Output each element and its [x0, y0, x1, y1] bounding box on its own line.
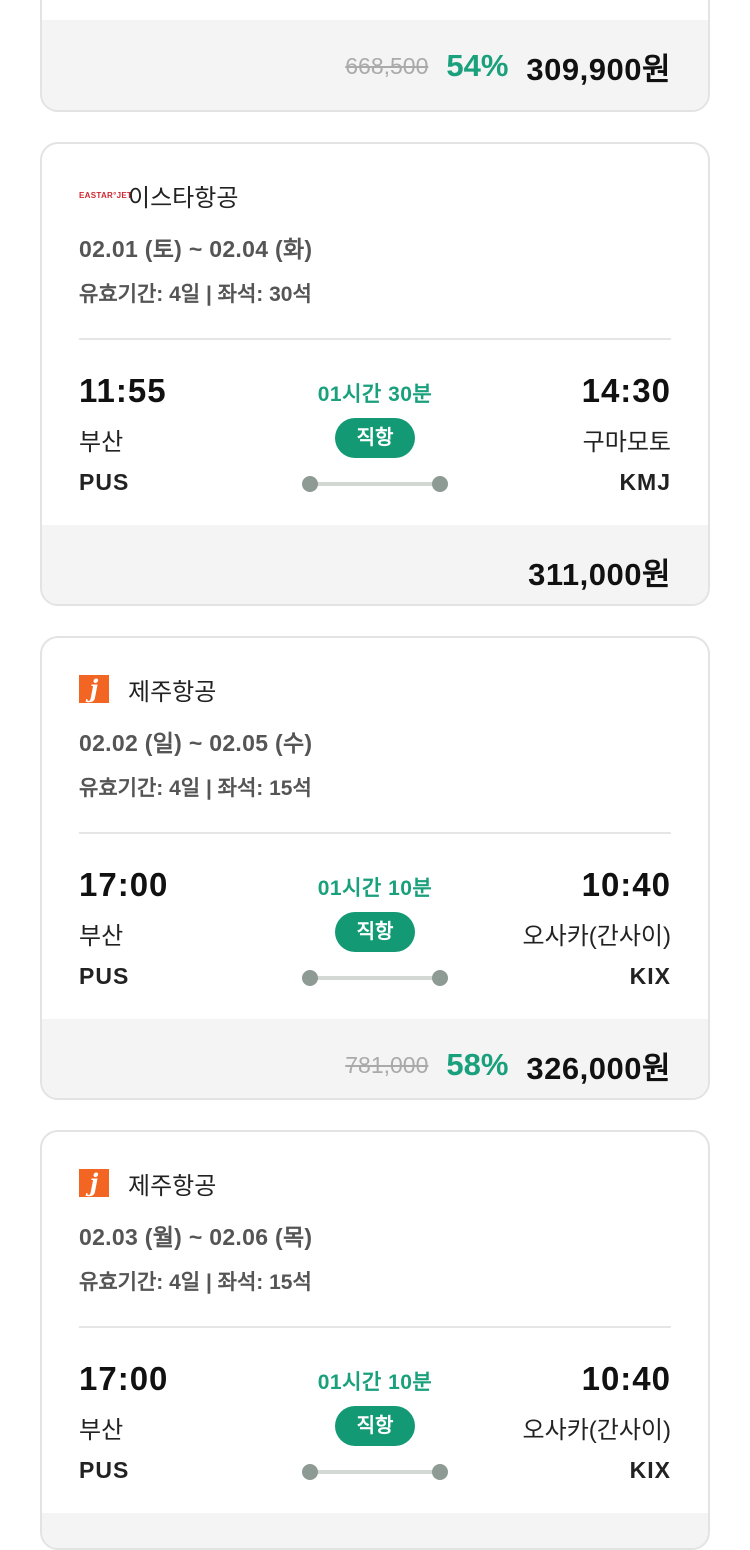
airline-row: j 제주항공 — [79, 1168, 671, 1200]
origin-dot — [302, 970, 318, 986]
jeju-air-logo: j — [79, 674, 119, 704]
destination-dot — [432, 970, 448, 986]
price-bar: 311,000원 — [42, 525, 708, 604]
flight-info: 17:00 부산 PUS 01시간 10분 직항 10:40 오사카(간사이) … — [79, 1328, 671, 1513]
travel-dates: 02.01 (토) ~ 02.04 (화) — [79, 236, 313, 262]
price-bar — [42, 1513, 708, 1548]
final-price: 309,900원 — [526, 51, 671, 87]
price-bar: 668,500 54% 309,900원 — [42, 20, 708, 110]
discount-rate: 58% — [446, 1047, 509, 1082]
arrival: 10:40 오사카(간사이) KIX — [523, 1360, 671, 1484]
flight-info: 11:55 부산 PUS 01시간 30분 직항 14:30 구마모토 KMJ — [79, 340, 671, 525]
travel-dates: 02.02 (일) ~ 02.05 (수) — [79, 730, 313, 756]
validity-seats: 유효기간: 4일 | 좌석: 15석 — [79, 1271, 312, 1294]
flight-card[interactable]: j 제주항공 02.03 (월) ~ 02.06 (목) 유효기간: 4일 | … — [40, 1130, 710, 1550]
arrival-code: KIX — [629, 963, 671, 989]
origin-dot — [302, 476, 318, 492]
jeju-air-logo: j — [79, 1168, 119, 1198]
arrival: 10:40 오사카(간사이) KIX — [523, 866, 671, 990]
origin-dot — [302, 1464, 318, 1480]
destination-dot — [432, 476, 448, 492]
direct-badge: 직항 — [335, 418, 415, 458]
airline-name: 제주항공 — [128, 678, 217, 706]
airline-row: j 제주항공 — [79, 674, 671, 706]
discount-rate: 54% — [446, 48, 509, 83]
travel-dates: 02.03 (월) ~ 02.06 (목) — [79, 1224, 313, 1250]
arrival-city: 구마모토 — [582, 429, 671, 456]
validity-seats: 유효기간: 4일 | 좌석: 30석 — [79, 283, 312, 306]
airline-row: EASTAR°JET 이스타항공 — [79, 180, 671, 212]
original-price: 668,500 — [345, 52, 429, 79]
destination-dot — [432, 1464, 448, 1480]
final-price: 326,000원 — [526, 1050, 671, 1086]
arrival-time: 10:40 — [581, 1360, 671, 1397]
airline-name: 제주항공 — [128, 1172, 217, 1200]
flight-card[interactable]: 668,500 54% 309,900원 — [40, 0, 710, 112]
arrival-code: KMJ — [619, 469, 671, 495]
flight-card[interactable]: EASTAR°JET 이스타항공 02.01 (토) ~ 02.04 (화) 유… — [40, 142, 710, 606]
arrival-code: KIX — [629, 1457, 671, 1483]
validity-seats: 유효기간: 4일 | 좌석: 15석 — [79, 777, 312, 800]
direct-badge: 직항 — [335, 1406, 415, 1446]
arrival-time: 10:40 — [581, 866, 671, 903]
final-price: 311,000원 — [528, 556, 671, 592]
route-line — [302, 1464, 448, 1480]
flight-card[interactable]: j 제주항공 02.02 (일) ~ 02.05 (수) 유효기간: 4일 | … — [40, 636, 710, 1100]
direct-badge: 직항 — [335, 912, 415, 952]
route-line — [302, 970, 448, 986]
price-bar: 781,000 58% 326,000원 — [42, 1019, 708, 1098]
arrival-city: 오사카(간사이) — [522, 923, 671, 950]
arrival-city: 오사카(간사이) — [522, 1417, 671, 1444]
arrival-time: 14:30 — [581, 372, 671, 409]
eastar-jet-logo: EASTAR°JET — [79, 190, 133, 200]
flight-info: 17:00 부산 PUS 01시간 10분 직항 10:40 오사카(간사이) … — [79, 834, 671, 1019]
route-line — [302, 476, 448, 492]
airline-name: 이스타항공 — [128, 184, 239, 212]
arrival: 14:30 구마모토 KMJ — [582, 372, 671, 496]
original-price: 781,000 — [345, 1051, 429, 1078]
